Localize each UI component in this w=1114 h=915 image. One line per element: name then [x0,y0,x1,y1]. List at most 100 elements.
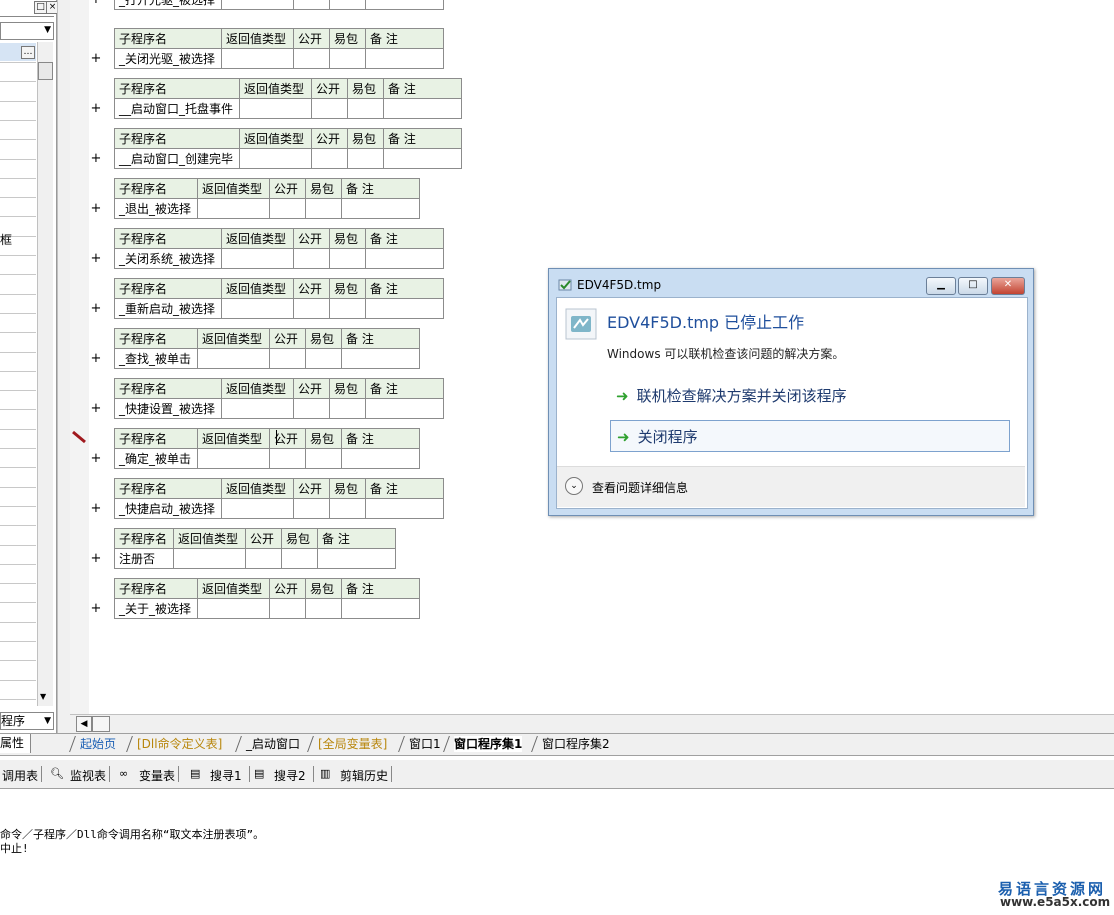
expand-plus-icon[interactable]: + [90,601,102,616]
tab-item[interactable]: [Dll命令定义表] [137,736,222,752]
subroutine-table[interactable]: 子程序名 返回值类型 公开 易包备 注 __启动窗口_托盘事件 [114,78,462,119]
subroutine-name[interactable]: _快捷设置_被选择 [114,398,222,419]
subroutine-cell[interactable] [341,348,420,369]
subroutine-cell[interactable] [293,298,330,319]
subroutine-cell[interactable] [329,298,366,319]
property-row[interactable] [0,81,36,83]
subroutine-cell[interactable] [317,548,396,569]
property-row[interactable] [0,197,36,199]
subroutine-cell[interactable] [329,498,366,519]
subroutine-cell[interactable] [365,498,444,519]
scroll-thumb[interactable] [92,716,110,732]
subroutine-table[interactable]: 子程序名 返回值类型 公开 易包备 注 _快捷启动_被选择 [114,478,444,519]
toolbar-button[interactable]: 监视表 [70,767,106,784]
subroutine-cell[interactable] [197,448,270,469]
expand-plus-icon[interactable]: + [90,401,102,416]
subroutine-cell[interactable] [365,298,444,319]
subroutine-table[interactable]: 子程序名 返回值类型 公开 易包备 注 _关闭系统_被选择 [114,228,444,269]
property-row[interactable] [0,158,36,160]
expand-plus-icon[interactable]: + [90,251,102,266]
subroutine-name[interactable]: _重新启动_被选择 [114,298,222,319]
scroll-left-icon[interactable]: ◀ [76,716,92,732]
property-scrollbar[interactable] [37,42,53,706]
property-row[interactable] [0,409,36,411]
subroutine-cell[interactable] [293,498,330,519]
tab-item[interactable]: 起始页 [80,736,116,752]
subroutine-cell[interactable] [239,148,312,169]
check-online-button[interactable]: ➜ 联机检查解决方案并关闭该程序 [610,380,1010,412]
subroutine-name[interactable]: _打开光驱_被选择 [114,0,222,10]
subroutine-cell[interactable] [329,48,366,69]
property-row[interactable] [0,698,36,700]
subroutine-cell[interactable] [293,48,330,69]
subroutine-cell[interactable] [269,598,306,619]
panel-splitter[interactable] [57,0,71,733]
expand-plus-icon[interactable]: + [90,0,102,7]
subroutine-cell[interactable] [281,548,318,569]
subroutine-cell[interactable] [173,548,246,569]
expand-plus-icon[interactable]: + [90,151,102,166]
subroutine-name[interactable]: _查找_被单击 [114,348,198,369]
property-row[interactable] [0,119,36,121]
subroutine-cell[interactable] [221,248,294,269]
subroutine-cell[interactable] [341,198,420,219]
subroutine-cell[interactable] [311,98,348,119]
subroutine-cell[interactable] [383,148,462,169]
subroutine-cell[interactable] [197,348,270,369]
subroutine-cell[interactable] [221,0,294,10]
subroutine-table[interactable]: 子程序名返回值类型公开易包备 注_打开光驱_被选择 [114,0,444,10]
subroutine-cell[interactable] [383,98,462,119]
property-row[interactable] [0,641,36,642]
subroutine-cell[interactable] [221,498,294,519]
subroutine-cell[interactable] [269,448,306,469]
tab-item[interactable]: 窗口程序集1 [454,736,523,752]
subroutine-cell[interactable] [293,0,330,10]
property-row[interactable] [0,428,36,430]
property-row[interactable] [0,602,36,604]
expand-plus-icon[interactable]: + [90,51,102,66]
subroutine-name[interactable]: _关闭系统_被选择 [114,248,222,269]
subroutine-cell[interactable] [305,348,342,369]
toolbar-button[interactable]: 搜寻2 [274,767,306,784]
subroutine-name[interactable]: __启动窗口_创建完毕 [114,148,240,169]
close-icon[interactable]: ✕ [991,277,1025,295]
subroutine-cell[interactable] [329,398,366,419]
program-dropdown[interactable]: 程序 ▼ [0,712,54,730]
subroutine-name[interactable]: _快捷启动_被选择 [114,498,222,519]
property-row[interactable] [0,139,36,141]
subroutine-cell[interactable] [305,198,342,219]
scroll-down-icon[interactable]: ▼ [40,692,46,701]
property-row[interactable] [0,621,36,623]
property-row[interactable] [0,216,36,218]
property-row[interactable] [0,293,36,295]
expand-plus-icon[interactable]: + [90,101,102,116]
subroutine-cell[interactable] [341,598,420,619]
expand-plus-icon[interactable]: + [90,501,102,516]
subroutine-cell[interactable] [311,148,348,169]
more-icon[interactable]: … [21,46,35,59]
subroutine-cell[interactable] [365,0,444,10]
subroutine-table[interactable]: 子程序名 返回值类型 公开 易包备 注 _快捷设置_被选择 [114,378,444,419]
expand-plus-icon[interactable]: + [90,451,102,466]
subroutine-name[interactable]: 注册否 [114,548,174,569]
subroutine-table[interactable]: 子程序名 返回值类型 公开 易包备 注 _退出_被选择 [114,178,420,219]
horizontal-scrollbar[interactable] [70,714,1114,733]
subroutine-cell[interactable] [293,398,330,419]
property-row[interactable] [0,467,36,469]
subroutine-table[interactable]: 子程序名 返回值类型 公开 易包备 注注册否 [114,528,396,569]
tab-item[interactable]: [全局变量表] [318,736,387,752]
property-row[interactable] [0,100,36,102]
property-row[interactable] [0,370,36,372]
subroutine-cell[interactable] [197,598,270,619]
property-row[interactable] [0,660,36,662]
toolbar-button[interactable]: 调用表 [2,767,38,784]
subroutine-cell[interactable] [365,398,444,419]
property-row[interactable] [0,274,36,276]
expand-plus-icon[interactable]: + [90,201,102,216]
tab-item[interactable]: 窗口1 [409,736,441,752]
subroutine-cell[interactable] [269,348,306,369]
subroutine-cell[interactable] [221,48,294,69]
subroutine-cell[interactable] [329,248,366,269]
subroutine-cell[interactable] [221,398,294,419]
subroutine-cell[interactable] [347,98,384,119]
